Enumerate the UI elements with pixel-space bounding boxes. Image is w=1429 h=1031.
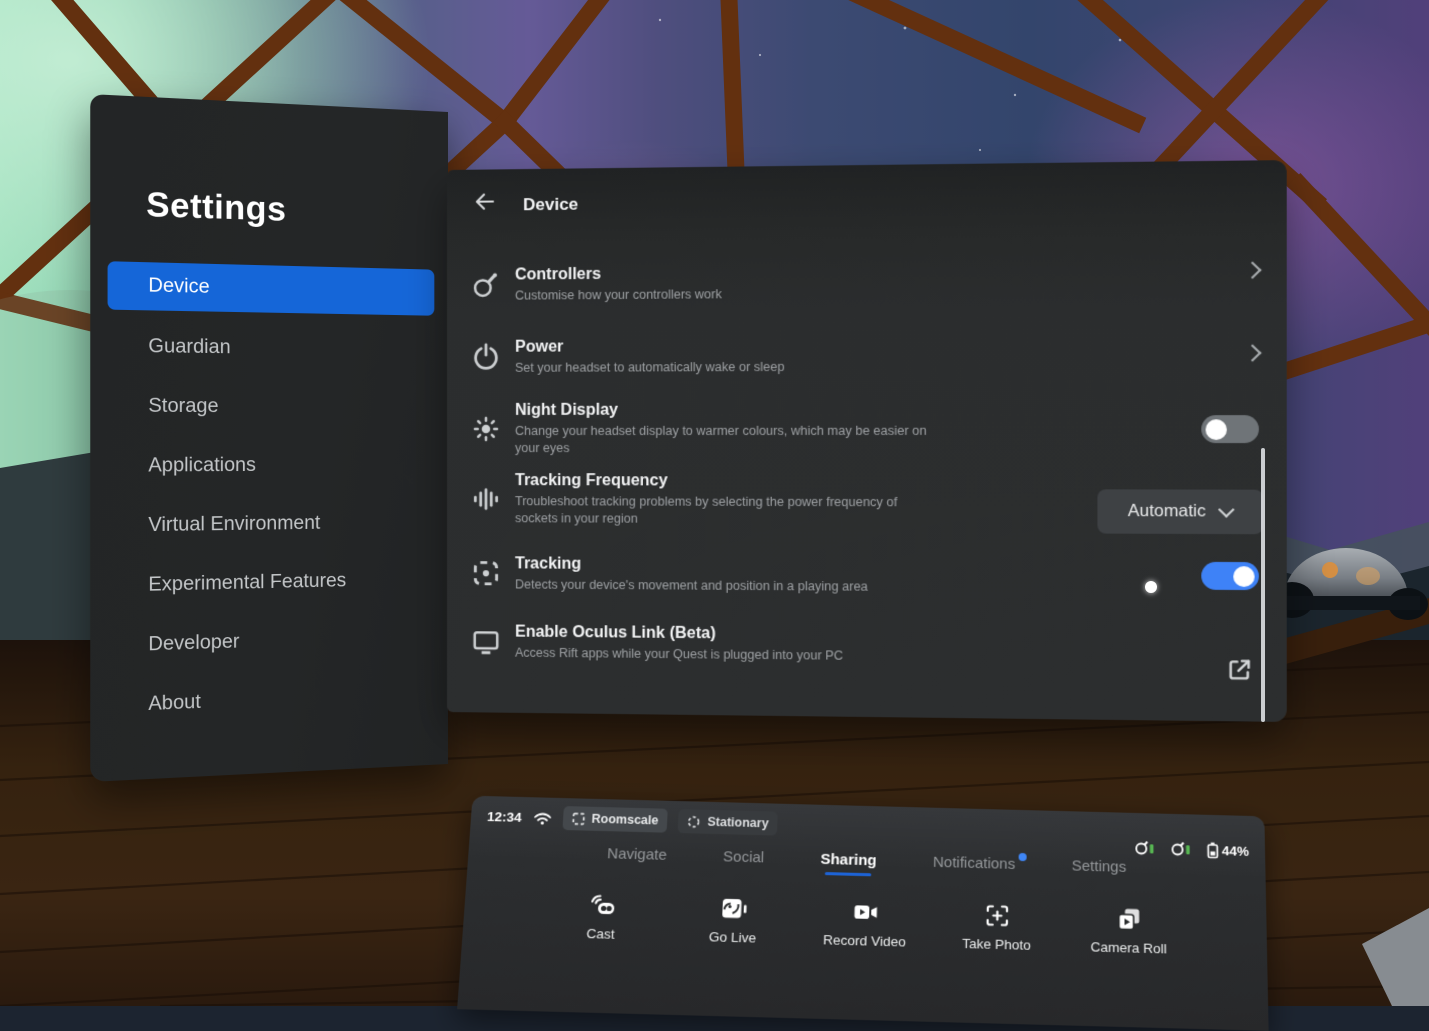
setting-title: Power [515,336,784,357]
setting-row-controllers[interactable]: Controllers Customise how your controlle… [447,247,1287,316]
setting-title: Controllers [515,263,722,285]
panel-title: Device [523,195,578,216]
notification-dot [1018,853,1026,861]
sidebar-item-developer[interactable]: Developer [108,613,435,670]
roomscale-icon [571,812,585,825]
setting-title: Tracking [515,554,868,576]
setting-title: Tracking Frequency [515,471,915,492]
setting-subtitle: Detects your device's movement and posit… [515,576,868,595]
universal-menu-bar: 12:34 Roomscale Stationary [457,796,1269,1031]
setting-subtitle: Change your headset display to warmer co… [515,423,944,457]
sidebar-item-virtual-environment[interactable]: Virtual Environment [108,499,435,550]
headset-battery: 44% [1206,841,1250,860]
tab-sharing[interactable]: Sharing [820,851,877,877]
external-link-icon[interactable] [1225,655,1255,684]
action-label: Camera Roll [1091,939,1167,956]
night-display-toggle[interactable] [1201,415,1259,443]
sidebar-item-storage[interactable]: Storage [108,382,435,431]
setting-subtitle: Set your headset to automatically wake o… [515,358,784,376]
action-label: Record Video [823,932,906,950]
roomscale-mode-button[interactable]: Roomscale [562,806,668,833]
sidebar-item-device[interactable]: Device [108,261,435,316]
camera-roll-icon [1115,905,1142,933]
chevron-right-icon [1243,344,1261,362]
sidebar-item-experimental-features[interactable]: Experimental Features [108,556,435,610]
setting-row-tracking-frequency[interactable]: Tracking Frequency Troubleshoot tracking… [447,468,1287,533]
right-controller-battery-icon [1169,840,1191,859]
setting-subtitle: Troubleshoot tracking problems by select… [515,493,915,528]
tracking-icon [471,558,501,588]
sidebar-title: Settings [146,185,286,229]
tab-notifications[interactable]: Notifications [933,854,1016,880]
camera-roll-button[interactable]: Camera Roll [1067,904,1191,957]
toggle-knob [1206,419,1227,440]
action-label: Go Live [709,929,757,946]
oculus-link-icon [471,626,501,656]
action-label: Take Photo [962,936,1031,953]
setting-subtitle: Access Rift apps while your Quest is plu… [515,644,843,664]
setting-row-tracking[interactable]: Tracking Detects your device's movement … [447,542,1287,610]
scrollbar[interactable] [1261,448,1265,722]
device-settings-panel: Device Controllers Customise how your co… [447,160,1287,722]
take-photo-icon [983,902,1011,930]
roomscale-label: Roomscale [591,812,658,828]
tracking-toggle[interactable] [1201,562,1259,590]
clock: 12:34 [487,809,523,825]
vr-settings-screen: { "colors": { "accent_blue": "#1566d8", … [0,0,1429,1006]
sidebar-item-guardian[interactable]: Guardian [108,322,435,374]
setting-title: Night Display [515,400,944,421]
stationary-mode-button[interactable]: Stationary [678,809,778,836]
night-display-icon [471,414,501,444]
setting-row-night-display[interactable]: Night Display Change your headset displa… [447,396,1287,460]
go-live-icon [719,895,747,923]
take-photo-button[interactable]: Take Photo [934,900,1058,953]
tab-navigate[interactable]: Navigate [606,845,667,871]
record-video-icon [851,898,879,926]
setting-row-oculus-link[interactable]: Enable Oculus Link (Beta) Access Rift ap… [447,610,1287,680]
status-left: 12:34 Roomscale Stationary [486,803,778,837]
stationary-label: Stationary [707,815,769,831]
tracking-frequency-icon [471,484,501,514]
action-label: Cast [586,926,615,942]
headset-battery-percent: 44% [1222,843,1249,859]
back-icon[interactable] [471,189,501,215]
dropdown-value: Automatic [1128,502,1206,522]
chevron-down-icon [1218,502,1235,518]
cast-button[interactable]: Cast [538,890,664,943]
stationary-icon [687,815,701,828]
setting-title: Enable Oculus Link (Beta) [515,622,843,645]
settings-sidebar: Settings Device Guardian Storage Applica… [90,94,448,782]
setting-subtitle: Customise how your controllers work [515,286,722,304]
tracking-frequency-dropdown[interactable]: Automatic [1097,489,1263,534]
sidebar-item-applications[interactable]: Applications [108,442,435,491]
cast-icon [588,891,617,919]
tab-social[interactable]: Social [722,848,764,873]
record-video-button[interactable]: Record Video [802,897,927,950]
vr-cursor-dot [1145,581,1157,593]
toggle-knob [1233,566,1254,587]
power-icon [471,342,501,372]
sharing-actions: Cast Go Live Rec [462,888,1267,959]
go-live-button[interactable]: Go Live [670,893,796,946]
sidebar-item-about[interactable]: About [108,670,435,730]
panel-header: Device [447,160,1287,234]
status-right: 44% [1133,839,1249,860]
chevron-right-icon [1243,261,1261,279]
left-controller-battery-icon [1133,839,1155,858]
tab-settings[interactable]: Settings [1072,857,1127,883]
wifi-icon [532,810,552,825]
controllers-icon [471,270,501,300]
setting-row-power[interactable]: Power Set your headset to automatically … [447,322,1287,388]
